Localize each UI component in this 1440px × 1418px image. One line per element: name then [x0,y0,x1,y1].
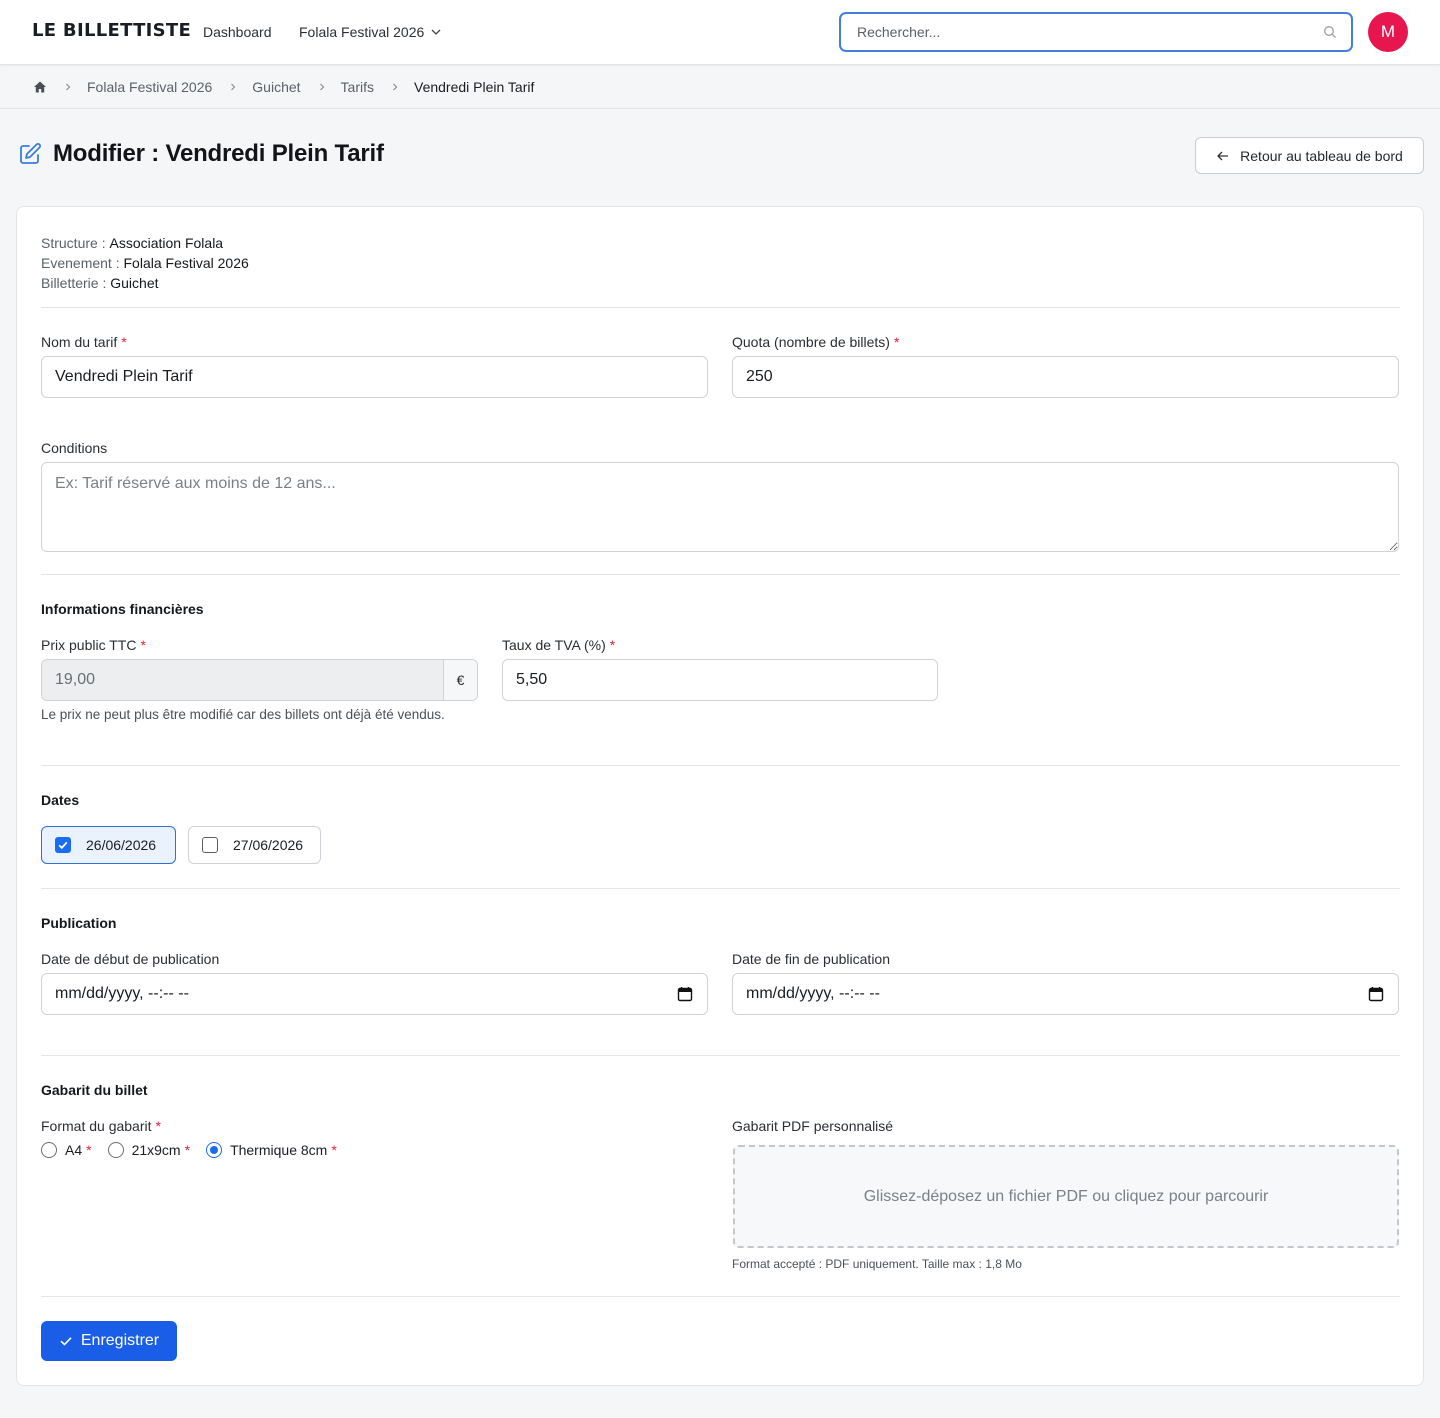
radio-button[interactable] [41,1142,57,1158]
radio-button[interactable] [107,1142,124,1158]
vat-input[interactable] [502,659,938,701]
conditions-textarea[interactable] [41,462,1399,552]
template-format-radio-group: A4 * 21x9cm * Thermique 8cm * [41,1142,353,1158]
meta-event: Evenement : Folala Festival 2026 [41,255,249,271]
arrow-left-icon [1217,151,1229,160]
home-icon[interactable] [33,80,47,94]
search-input[interactable] [841,14,1301,50]
breadcrumb-item-ticketing[interactable]: Guichet [252,79,300,95]
check-icon [60,1337,72,1346]
chevron-right-icon [66,83,71,90]
currency-addon: € [443,660,477,700]
template-section-title: Gabarit du billet [41,1082,148,1098]
publication-end-label: Date de fin de publication [732,951,890,967]
format-option-label: 21x9cm * [131,1142,191,1158]
checkbox-unchecked[interactable] [202,837,218,853]
divider [41,888,1400,889]
divider [41,1296,1400,1297]
price-input-group: € [41,659,478,701]
brand-logo[interactable]: LE BILLETTISTE [32,20,191,41]
meta-structure: Structure : Association Folala [41,235,224,251]
divider [41,1055,1400,1056]
breadcrumb: Folala Festival 2026 Guichet Tarifs Vend… [0,65,1440,109]
checkbox-checked[interactable] [55,837,71,853]
nav-event-dropdown[interactable]: Folala Festival 2026 [299,24,442,40]
pdf-help-text: Format accepté : PDF uniquement. Taille … [732,1257,1022,1271]
format-option-thermal[interactable]: Thermique 8cm * [206,1142,337,1158]
format-option-label: Thermique 8cm * [230,1142,337,1158]
chevron-down-icon [431,29,441,35]
top-navbar: LE BILLETTISTE Dashboard Folala Festival… [0,0,1440,65]
dates-section-title: Dates [41,792,80,808]
quota-input[interactable] [732,356,1399,398]
template-format-label: Format du gabarit * [41,1118,161,1134]
user-avatar[interactable]: M [1368,12,1408,52]
quota-label: Quota (nombre de billets) * [732,334,900,350]
calendar-icon[interactable] [1368,986,1384,1002]
publication-end-input[interactable]: mm/dd/yyyy, --:-- -- [732,973,1399,1015]
nav-event-label: Folala Festival 2026 [299,24,425,40]
page-header: Modifier : Vendredi Plein Tarif [18,140,384,168]
pdf-template-label: Gabarit PDF personnalisé [732,1118,894,1134]
publication-end-value: mm/dd/yyyy, --:-- -- [746,985,880,1002]
divider [41,574,1400,575]
rate-name-label: Nom du tarif * [41,334,127,350]
divider [41,765,1400,766]
search-box[interactable] [839,12,1353,52]
save-button-label: Enregistrer [80,1332,160,1349]
publication-section-title: Publication [41,915,117,931]
search-icon[interactable] [1323,25,1337,39]
format-option-a4[interactable]: A4 * [41,1142,92,1158]
finance-section-title: Informations financières [41,601,204,617]
vat-label: Taux de TVA (%) * [502,637,616,653]
date-option-1[interactable]: 26/06/2026 [41,826,176,864]
edit-rate-form: Structure : Association Folala Evenement… [16,206,1424,1386]
conditions-label: Conditions [41,440,108,456]
nav-dashboard-link[interactable]: Dashboard [203,24,272,40]
chevron-right-icon [231,83,236,90]
price-help-text: Le prix ne peut plus être modifié car de… [41,707,445,722]
date-option-label: 26/06/2026 [86,837,157,853]
chevron-right-icon [319,83,324,90]
rate-name-input[interactable] [41,356,708,398]
publication-start-input[interactable]: mm/dd/yyyy, --:-- -- [41,973,708,1015]
price-input [42,660,443,700]
edit-icon [20,143,41,164]
save-button[interactable]: Enregistrer [41,1321,177,1361]
context-info: Structure : Association Folala Evenement… [41,233,249,293]
format-option-21x9[interactable]: 21x9cm * [107,1142,191,1158]
breadcrumb-item-rates[interactable]: Tarifs [341,79,374,95]
date-option-label: 27/06/2026 [233,837,304,853]
divider [41,307,1400,308]
publication-start-label: Date de début de publication [41,951,220,967]
radio-button-selected[interactable] [206,1142,223,1158]
checkmark-icon [58,841,68,850]
format-option-label: A4 * [65,1142,92,1158]
back-to-dashboard-button[interactable]: Retour au tableau de bord [1195,137,1424,174]
pdf-dropzone[interactable]: Glissez-déposez un fichier PDF ou clique… [733,1145,1399,1248]
breadcrumb-item-current: Vendredi Plein Tarif [414,78,535,95]
price-label: Prix public TTC * [41,637,146,653]
chevron-right-icon [393,83,398,90]
breadcrumb-item-event[interactable]: Folala Festival 2026 [87,79,212,95]
back-button-label: Retour au tableau de bord [1240,147,1403,164]
meta-ticketing: Billetterie : Guichet [41,275,159,291]
date-option-2[interactable]: 27/06/2026 [188,826,321,864]
page-title: Modifier : Vendredi Plein Tarif [53,140,384,167]
calendar-icon[interactable] [677,986,693,1002]
publication-start-value: mm/dd/yyyy, --:-- -- [55,985,189,1002]
